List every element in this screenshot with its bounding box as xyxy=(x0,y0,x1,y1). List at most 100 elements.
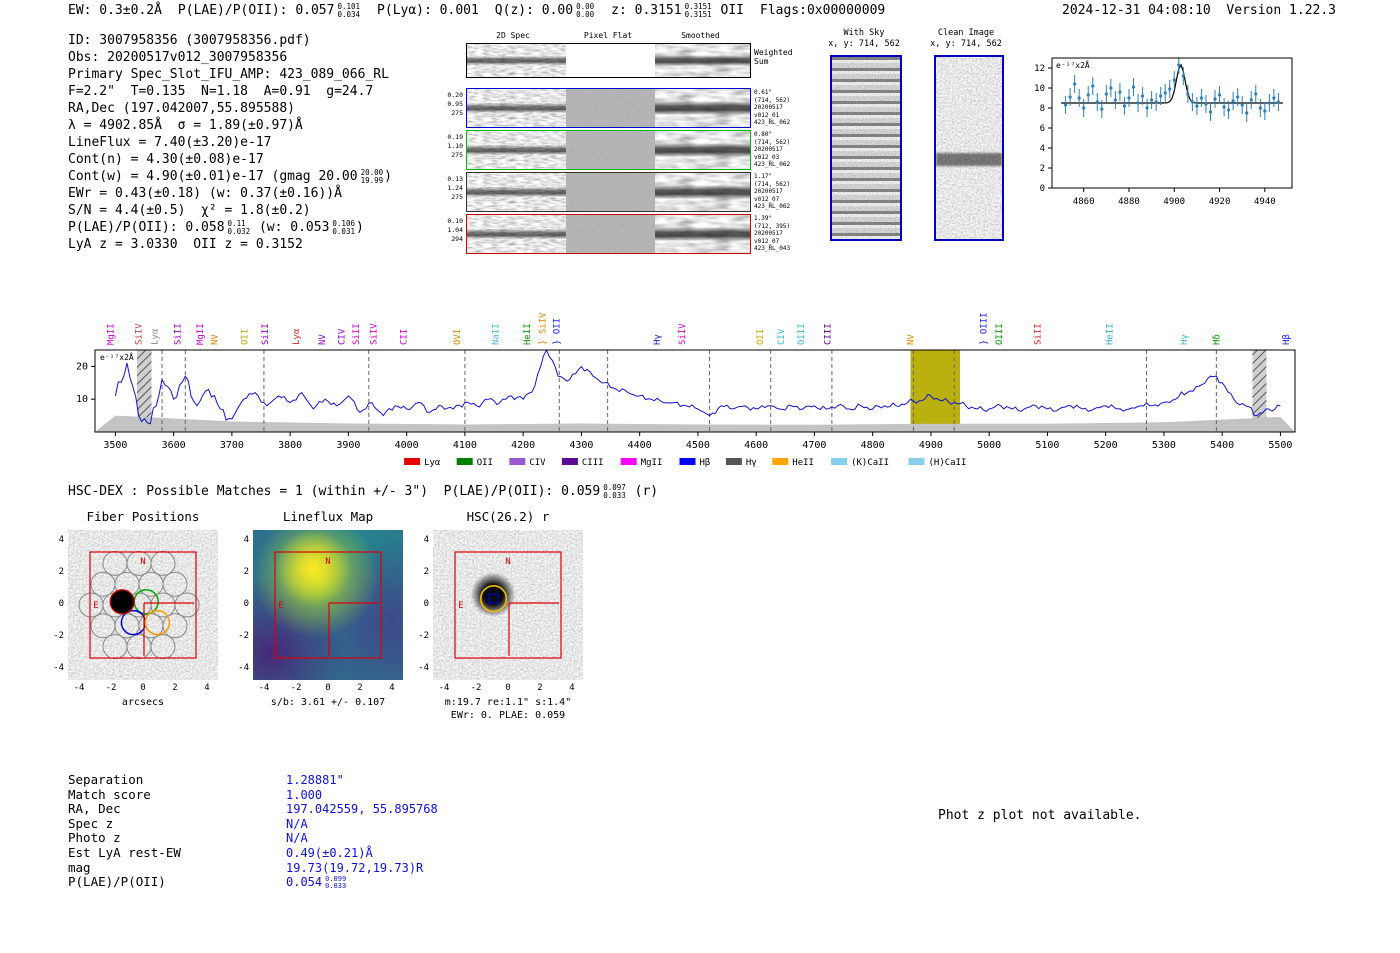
row-annotation: 1.39" (712, 395) 20200517 v012_07 423_RL_043 xyxy=(754,215,791,252)
data-point xyxy=(1113,98,1117,102)
info-plae-uncertainty: 0.11 0.032 xyxy=(227,219,251,236)
legend-swatch xyxy=(620,458,637,465)
data-point xyxy=(1127,96,1131,100)
info-plae-w: (w: 0.053 xyxy=(258,220,330,235)
header-plae-value: P(LAE)/P(OII): 0.057 xyxy=(177,3,335,18)
data-point xyxy=(1109,86,1113,90)
emission-line-label: Hγ xyxy=(1180,334,1190,345)
compass-east-label: E xyxy=(93,601,98,611)
spec2d-cell xyxy=(566,173,655,211)
x-tick-label: 4400 xyxy=(628,440,652,451)
detection-info-block: ID: 3007958356 (3007958356.pdf) Obs: 202… xyxy=(68,33,392,254)
emission-line-label: MgII xyxy=(196,323,206,345)
lineflux-xtick-label: 4 xyxy=(389,683,395,693)
fiber-circle xyxy=(90,571,116,597)
data-point xyxy=(1154,100,1158,104)
spec2d-cell xyxy=(566,215,655,253)
match-table-row: Match score 1.000 xyxy=(68,787,498,802)
fiber-circle xyxy=(126,634,152,660)
match-row-label: mag xyxy=(68,859,91,875)
data-point xyxy=(1150,98,1154,102)
compass-east-label: E xyxy=(278,601,283,611)
clean-title: Clean Image xyxy=(937,28,995,38)
legend-swatch xyxy=(831,458,848,465)
lineflux-ytick-label: -4 xyxy=(238,663,249,673)
data-point xyxy=(1222,105,1226,109)
data-point xyxy=(1240,103,1244,107)
emission-line-label: Hγ xyxy=(653,334,663,345)
y-tick-label: 20 xyxy=(76,361,88,372)
data-point xyxy=(1145,106,1149,110)
emission-line-label: SiIV xyxy=(678,323,688,345)
photz-note: Phot z plot not available. xyxy=(938,808,1142,823)
hsc-ytick-label: -4 xyxy=(418,663,429,673)
emission-streak xyxy=(467,144,566,156)
extraction-frame xyxy=(454,551,562,659)
match-row-value: 1.000 xyxy=(286,787,323,802)
row-weights: 0.13 1.24 275 xyxy=(447,175,463,201)
data-point xyxy=(1100,107,1104,111)
spec2d-row: 0.10 1.04 294 1.39" (712, 395) 20200517 v012_0… xyxy=(437,214,807,254)
fiber-xtick-label: 0 xyxy=(140,683,146,693)
x-tick-label: 4500 xyxy=(686,440,710,451)
x-tick-label: 3900 xyxy=(336,440,360,451)
row-annotation: 0.61" (714, 562) 20200517 v012_01 423_RL_062 xyxy=(754,89,791,126)
match-row-value: N/A xyxy=(286,816,308,831)
legend-label: Hγ xyxy=(746,458,757,468)
header-qz-uncertainty: 0.00 0.00 xyxy=(576,2,595,19)
x-tick-label: 5000 xyxy=(977,440,1001,451)
fiber-circle xyxy=(138,571,164,597)
x-tick-label: 5300 xyxy=(1152,440,1176,451)
extraction-frame xyxy=(89,551,197,659)
emission-line-label: } OIII xyxy=(979,312,989,345)
emission-line-label: SiII xyxy=(1033,323,1043,345)
detected-line-band xyxy=(910,350,961,432)
hsc-ytick-label: -2 xyxy=(418,631,429,641)
lineflux-xtick-label: -2 xyxy=(290,683,302,693)
fiber-positions-title: Fiber Positions xyxy=(86,509,200,524)
data-point xyxy=(1068,95,1072,99)
data-point xyxy=(1245,111,1249,115)
spec2d-cell xyxy=(655,131,750,169)
lineflux-map-image: NE xyxy=(253,530,403,680)
withsky-title-block: With Sky x, y: 714, 562 xyxy=(806,28,922,50)
legend-label: CIII xyxy=(582,458,604,468)
data-point xyxy=(1263,109,1267,113)
match-row-label: Est LyA rest-EW xyxy=(68,844,181,860)
data-point xyxy=(1140,94,1145,98)
data-point xyxy=(1267,101,1271,105)
header-z-value: z: 0.3151 xyxy=(611,3,682,18)
match-row-value: 197.042559, 55.895768 xyxy=(286,802,438,817)
hsc-caption-1: m:19.7 re:1.1" s:1.4" xyxy=(444,697,572,708)
legend-swatch xyxy=(561,458,578,465)
header-datetime-version: 2024-12-31 04:08:10 Version 1.22.3 xyxy=(1062,3,1336,18)
match-row-uncertainty: 0.099 0.033 xyxy=(325,874,347,890)
x-tick-label: 3800 xyxy=(278,440,302,451)
legend-swatch xyxy=(908,458,925,465)
spec2d-cell xyxy=(467,215,566,253)
legend-label: (K)CaII xyxy=(851,458,889,468)
data-point xyxy=(1122,104,1127,108)
emission-line-label: NV xyxy=(210,334,220,345)
hsc-xtick-label: 4 xyxy=(569,683,575,693)
x-tick-label: 3600 xyxy=(162,440,186,451)
header-z-uncertainty: 0.3151 0.3151 xyxy=(684,2,712,19)
emission-line-label: CIII xyxy=(824,323,834,345)
emission-line-label: SiIV xyxy=(369,323,379,345)
data-point xyxy=(1073,82,1077,86)
fiber-ytick-label: 0 xyxy=(58,599,64,609)
x-tick-label: 5100 xyxy=(1035,440,1059,451)
emission-line-label: Lyα xyxy=(292,328,302,345)
spec2d-cell-empty xyxy=(566,44,655,77)
hsc-xtick-label: -4 xyxy=(438,683,450,693)
emission-line-label: Hβ xyxy=(1282,334,1292,345)
header-summary-row: EW: 0.3±0.2Å P(LAE)/P(OII): 0.057 0.101 0.… xyxy=(68,3,885,18)
spec2d-cell xyxy=(655,173,750,211)
spec2d-cell xyxy=(566,131,655,169)
data-point xyxy=(1236,95,1240,99)
fiber-circle xyxy=(150,550,176,576)
y-tick-label: 10 xyxy=(76,394,88,405)
legend-swatch xyxy=(404,458,421,465)
y-tick-label: 6 xyxy=(1040,124,1045,134)
line-fit-chart: e⁻¹⁷x2Å 4860 4880 4900 4920 4940 0 2 4 6 8 10 12 xyxy=(1034,57,1293,207)
